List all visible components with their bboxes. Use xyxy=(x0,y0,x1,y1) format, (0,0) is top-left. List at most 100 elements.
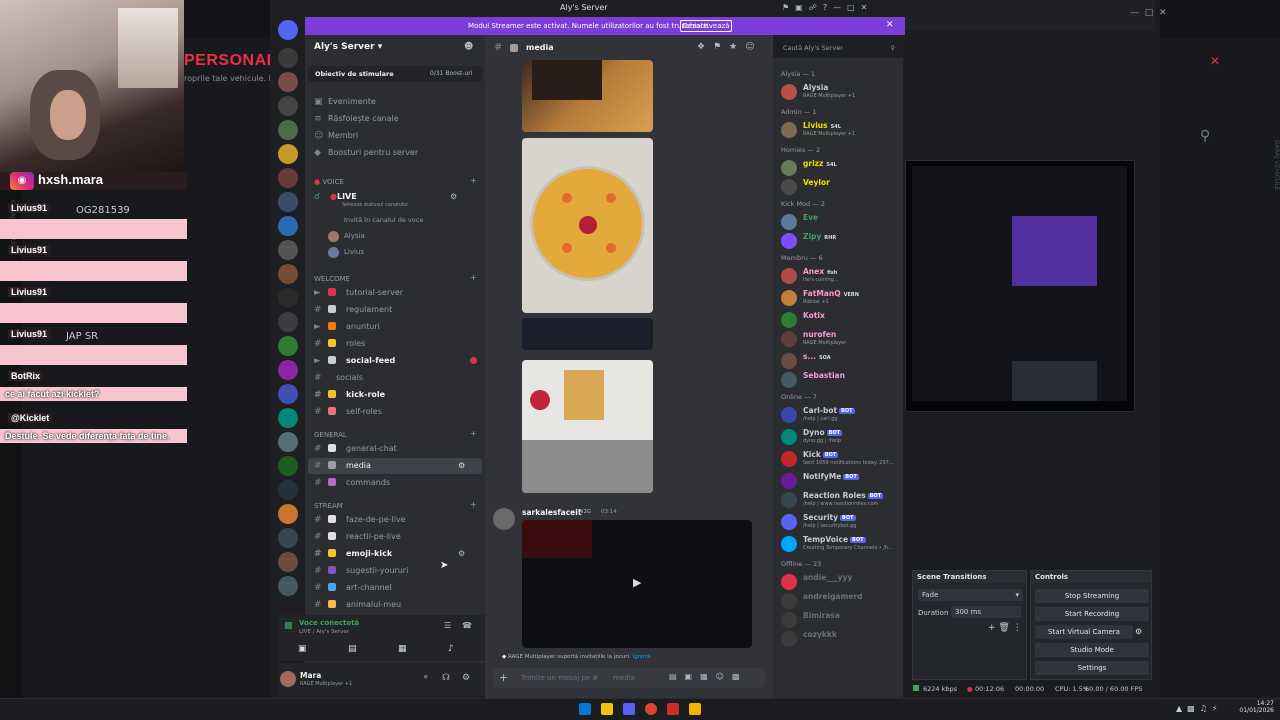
member-item[interactable]: Livius S4L RAGE Multiplayer +1 xyxy=(781,120,903,140)
channel-faze-de-pe-live[interactable]: # faze-de-pe-live xyxy=(308,512,482,528)
message-author[interactable]: sarkalesfaceit xyxy=(522,508,581,517)
add-channel-icon[interactable]: + xyxy=(470,273,477,282)
member-item[interactable]: Carl-bot BOT/help | carl.gg xyxy=(781,405,903,425)
media-image[interactable] xyxy=(522,138,653,313)
channel-anunturi[interactable]: ► anunturi xyxy=(308,319,482,335)
member-item[interactable]: Eve xyxy=(781,212,903,232)
media-image[interactable] xyxy=(522,318,653,350)
home-icon[interactable] xyxy=(278,20,298,40)
input-tools[interactable]: ▤▣▦☺▩ xyxy=(669,672,748,681)
headphones-icon[interactable]: ☊ xyxy=(442,673,450,683)
soundboard-icon[interactable]: ♪ xyxy=(448,644,454,654)
voice-user-livius[interactable]: Livius xyxy=(308,245,482,261)
message-input[interactable]: + Trimite un mesaj pe # media ▤▣▦☺▩ xyxy=(493,668,765,688)
discord-taskbar-icon[interactable] xyxy=(623,703,635,715)
disconnect-icon[interactable]: ☎ xyxy=(462,621,472,630)
member-item[interactable]: Dyno BOT dyno.gg | !help xyxy=(781,427,903,447)
server-icon[interactable] xyxy=(278,384,298,404)
category-stream[interactable]: STREAM xyxy=(314,502,343,510)
boosts-link[interactable]: ◆ Boosturi pentru server xyxy=(308,145,482,161)
category-general[interactable]: GENERAL xyxy=(314,431,347,439)
member-item[interactable]: s... SOA xyxy=(781,351,903,371)
search-icon[interactable]: ⚲ xyxy=(1200,128,1210,144)
voice-invite[interactable]: Invită în canalul de voce xyxy=(308,213,482,229)
channel-socials[interactable]: # socials xyxy=(308,370,482,386)
server-icon[interactable] xyxy=(278,48,298,68)
server-icon[interactable] xyxy=(278,552,298,572)
member-item[interactable]: Zipy RHR xyxy=(781,231,903,251)
server-icon[interactable] xyxy=(278,192,298,212)
browse-channels-link[interactable]: ≡ Răsfoiește canale xyxy=(308,111,482,127)
video-attachment[interactable]: ▶ xyxy=(522,520,752,648)
channel-tutorial-server[interactable]: ► tutorial-server xyxy=(308,285,482,301)
windows-start-icon[interactable] xyxy=(579,703,591,715)
app-taskbar-icon[interactable] xyxy=(689,703,701,715)
server-icon[interactable] xyxy=(278,504,298,524)
server-icon[interactable] xyxy=(278,144,298,164)
obs-window-controls[interactable]: — □ ✕ xyxy=(1130,8,1167,18)
play-icon[interactable]: ▶ xyxy=(633,576,641,589)
member-item[interactable]: cozykkk xyxy=(781,629,903,649)
video-icon[interactable]: ▣ xyxy=(298,644,307,654)
channel-emoji-kick[interactable]: # emoji-kick ⚙ xyxy=(308,546,482,562)
member-item[interactable]: Security BOT/help | securitybot.gg xyxy=(781,512,903,532)
add-transition-icon[interactable]: + 🗑 ⋮ xyxy=(988,623,1022,633)
server-icon[interactable] xyxy=(278,288,298,308)
member-item[interactable]: andreigamerd xyxy=(781,591,903,611)
server-name[interactable]: Aly's Server ▾ xyxy=(314,42,382,52)
rage-ignore-link[interactable]: Ignoră xyxy=(633,654,651,660)
gear-icon[interactable]: ⚙ xyxy=(1135,627,1142,636)
server-icon[interactable] xyxy=(278,576,298,596)
channel-art-channel[interactable]: # art-channel xyxy=(308,580,482,596)
category-voice[interactable]: ● VOICE xyxy=(314,178,344,186)
member-item[interactable]: andie___yyy xyxy=(781,572,903,592)
server-icon[interactable] xyxy=(278,432,298,452)
titlebar-icons[interactable]: ⚑▣☍?—□✕ xyxy=(782,3,873,12)
member-item[interactable]: Alysia RAGE Multiplayer +1 xyxy=(781,82,903,102)
member-item[interactable]: Bimirasa xyxy=(781,610,903,630)
gear-icon[interactable]: ⚙ xyxy=(450,192,457,201)
channel-general-chat[interactable]: # general-chat xyxy=(308,441,482,457)
member-item[interactable]: Kick BOT Sent 1059 notifications today. 29… xyxy=(781,449,903,469)
server-icon[interactable] xyxy=(278,312,298,332)
channel-reactii-pe-live[interactable]: # reactii-pe-live xyxy=(308,529,482,545)
disable-streamer-mode-button[interactable]: Dezactivează xyxy=(680,20,732,32)
member-item[interactable]: Anex fish He's coming... xyxy=(781,266,903,286)
server-icon[interactable] xyxy=(278,336,298,356)
noise-suppression-icon[interactable]: ☰ xyxy=(444,621,451,630)
events-link[interactable]: ▣ Evenimente xyxy=(308,94,482,110)
voice-status-hint[interactable]: Setează statusul canalului xyxy=(342,202,408,208)
boost-goal[interactable]: Obiectiv de stimulare 0/31 Boost-uri xyxy=(308,66,482,82)
member-item[interactable]: FatManQ VERN Roblox +1 xyxy=(781,288,903,308)
channel-commands[interactable]: # commands xyxy=(308,475,482,491)
obs-taskbar-icon[interactable] xyxy=(667,703,679,715)
server-icon[interactable] xyxy=(278,168,298,188)
channel-sugestii-youruri[interactable]: # sugestii-youruri xyxy=(308,563,482,579)
member-item[interactable]: Veylor xyxy=(781,177,903,197)
stop-streaming-button[interactable]: Stop Streaming xyxy=(1035,589,1149,603)
chrome-icon[interactable] xyxy=(645,703,657,715)
add-channel-icon[interactable]: + xyxy=(470,429,477,438)
studio-mode-button[interactable]: Studio Mode xyxy=(1035,643,1149,657)
member-item[interactable]: Kotix xyxy=(781,310,903,330)
avatar[interactable] xyxy=(493,508,515,530)
server-icon[interactable] xyxy=(278,480,298,500)
server-icon[interactable] xyxy=(278,120,298,140)
gear-icon[interactable]: ⚙ xyxy=(458,549,465,558)
member-item[interactable]: Sebastian xyxy=(781,370,903,390)
plus-icon[interactable]: + xyxy=(499,671,508,684)
close-icon[interactable]: ✕ xyxy=(1210,54,1224,68)
add-channel-icon[interactable]: + xyxy=(470,500,477,509)
server-icon[interactable] xyxy=(278,96,298,116)
gear-icon[interactable]: ⚙ xyxy=(458,461,465,470)
close-icon[interactable]: ✕ xyxy=(886,20,894,30)
avatar[interactable] xyxy=(280,671,296,687)
members-link[interactable]: ☺ Membri xyxy=(308,128,482,144)
search-input[interactable]: Caută Aly's Server ⚲ xyxy=(779,41,899,55)
server-icon[interactable] xyxy=(278,72,298,92)
file-explorer-icon[interactable] xyxy=(601,703,613,715)
gear-icon[interactable]: ⚙ xyxy=(462,673,470,683)
category-welcome[interactable]: WELCOME xyxy=(314,275,350,283)
server-icon[interactable] xyxy=(278,216,298,236)
tray-icons[interactable]: ▲▩♫⚡ xyxy=(1176,704,1223,713)
